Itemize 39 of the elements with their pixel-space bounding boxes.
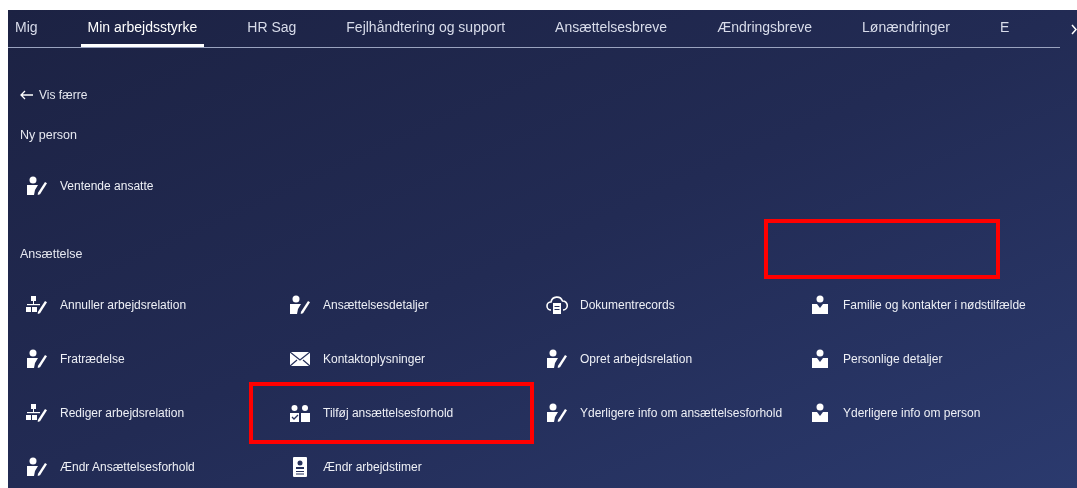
person-edit-icon — [546, 402, 568, 423]
menu-item[interactable]: Fratrædelse — [20, 331, 283, 386]
tab[interactable]: Min arbejdsstyrke — [80, 10, 205, 47]
tab[interactable]: Ansættelsesbreve — [548, 10, 675, 47]
menu-item[interactable]: Ændr arbejdstimer — [283, 439, 540, 488]
person-edit-icon — [289, 294, 311, 315]
tab[interactable]: Ændringsbreve — [710, 10, 820, 47]
menu-item[interactable]: Ventende ansatte — [20, 158, 283, 213]
menu-item[interactable]: Yderligere info om person — [803, 385, 1053, 440]
menu-item[interactable]: Annuller arbejdsrelation — [20, 277, 283, 332]
arrow-left-icon — [20, 90, 33, 100]
person-icon — [809, 294, 831, 315]
tab[interactable]: HR Sag — [240, 10, 304, 47]
menu-item[interactable]: Yderligere info om ansættelsesforhold — [540, 385, 803, 440]
person-edit-icon — [546, 348, 568, 369]
people-icon — [289, 402, 311, 423]
person-edit-icon — [26, 456, 48, 477]
person-edit-icon — [26, 175, 48, 196]
chevron-right-icon[interactable] — [1071, 24, 1077, 35]
section-heading: Ansættelse — [20, 245, 84, 263]
menu-item[interactable]: Ansættelsesdetaljer — [283, 277, 540, 332]
org-chart-icon — [26, 294, 48, 315]
back-link[interactable]: Vis færre — [20, 86, 1077, 104]
tab[interactable]: E — [993, 10, 1017, 47]
person-icon — [809, 402, 831, 423]
person-icon — [809, 348, 831, 369]
menu-item[interactable]: Opret arbejdsrelation — [540, 331, 803, 386]
tab[interactable]: Mig — [8, 10, 45, 47]
section-heading: Ny person — [20, 127, 78, 144]
org-chart-icon — [26, 402, 48, 423]
menu-item[interactable]: Personlige detaljer — [803, 331, 1053, 386]
tab[interactable]: Fejlhåndtering og support — [339, 10, 513, 47]
person-edit-icon — [26, 348, 48, 369]
menu-item[interactable]: Ændr Ansættelsesforhold — [20, 439, 283, 488]
menu-item[interactable]: Kontaktoplysninger — [283, 331, 540, 386]
menu-item[interactable]: Familie og kontakter i nødstilfælde — [803, 277, 1053, 332]
menu-item[interactable]: Dokumentrecords — [540, 277, 803, 332]
tab[interactable]: Lønændringer — [855, 10, 957, 47]
cloud-document-icon — [546, 294, 568, 315]
